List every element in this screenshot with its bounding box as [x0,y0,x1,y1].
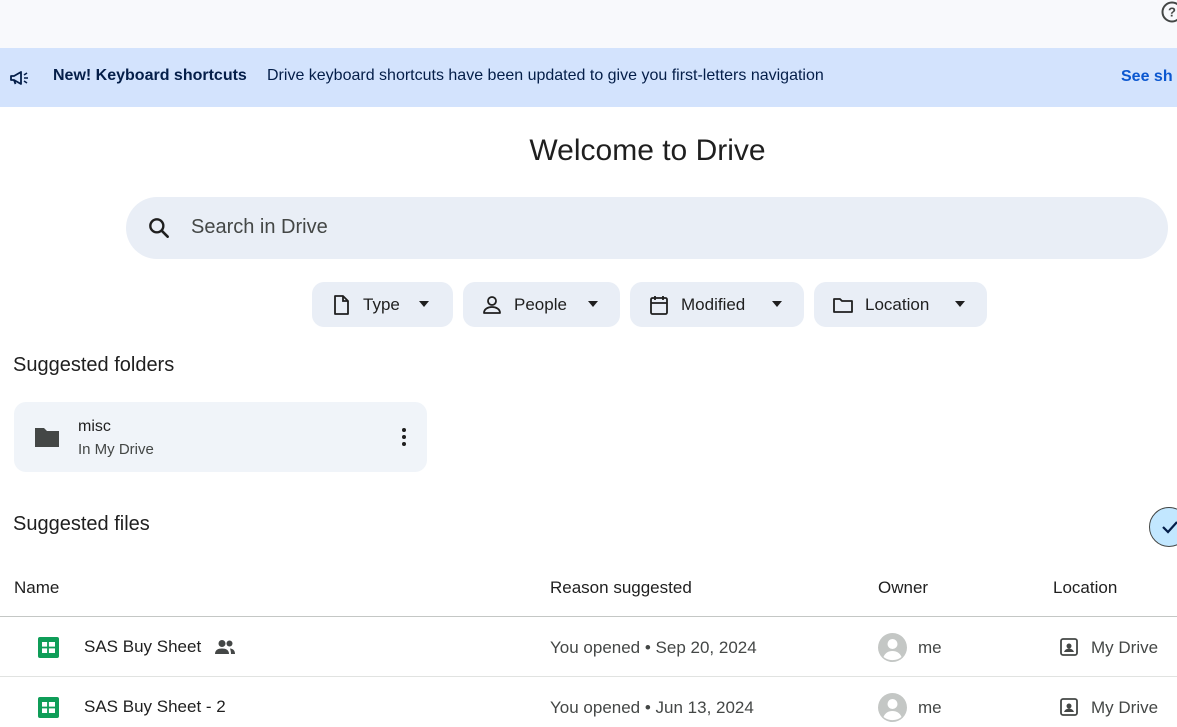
filter-location-label: Location [865,295,930,314]
filter-location-chip[interactable]: Location [814,282,987,327]
file-name: SAS Buy Sheet - 2 [84,697,226,716]
table-row[interactable]: SAS Buy Sheet - 2 You opened • Jun 13, 2… [0,677,1177,727]
chevron-down-icon [419,301,429,307]
file-icon [334,295,349,315]
reason-suggested: You opened • Sep 20, 2024 [550,638,757,657]
chevron-down-icon [588,301,598,307]
reason-suggested: You opened • Jun 13, 2024 [550,698,754,717]
suggested-folders-title: Suggested folders [13,354,175,376]
shared-people-icon [215,640,235,654]
search-icon[interactable] [146,215,172,241]
megaphone-icon [10,71,28,85]
help-icon[interactable]: ? [1160,0,1177,24]
filter-modified-label: Modified [681,295,746,314]
filter-people-chip[interactable]: People [463,282,620,327]
chevron-down-icon [772,301,782,307]
page-title: Welcome to Drive [529,134,766,167]
file-location: My Drive [1091,638,1159,657]
announcement-banner: New! Keyboard shortcuts Drive keyboard s… [0,48,1177,107]
calendar-icon [650,296,668,315]
more-options-icon[interactable] [394,426,414,448]
folder-icon [35,428,59,447]
owner-name: me [918,698,942,717]
check-icon [1162,521,1177,534]
folder-outline-icon [833,298,853,313]
folder-name: misc [78,418,111,435]
suggested-files-title: Suggested files [13,513,150,535]
banner-text: Drive keyboard shortcuts have been updat… [267,67,824,84]
search-input[interactable]: Search in Drive [191,216,328,239]
column-header-reason: Reason suggested [550,578,692,597]
banner-title: New! Keyboard shortcuts [53,67,247,84]
drive-home: ? New! Keyboard shortcuts Drive keyboard… [0,0,1177,727]
filter-people-label: People [514,295,567,314]
person-icon [483,296,501,314]
avatar [878,633,907,662]
google-sheets-icon [38,697,59,718]
folder-card-misc[interactable]: misc In My Drive [14,402,427,472]
folder-location: In My Drive [78,441,154,458]
column-header-name[interactable]: Name [14,578,59,598]
filter-modified-chip[interactable]: Modified [630,282,804,327]
my-drive-icon [1060,638,1078,656]
table-row[interactable]: SAS Buy Sheet You opened • Sep 20, 2024 … [0,617,1177,677]
see-shortcuts-link[interactable]: See sh [1121,68,1173,86]
filter-type-chip[interactable]: Type [312,282,453,327]
avatar [878,693,907,722]
column-header-location: Location [1053,578,1118,597]
google-sheets-icon [38,637,59,658]
list-view-toggle-button[interactable] [1149,507,1177,547]
file-name: SAS Buy Sheet [84,637,202,656]
svg-text:?: ? [1168,5,1176,20]
search-bar[interactable]: Search in Drive [126,197,1168,259]
file-location: My Drive [1091,698,1159,717]
column-header-owner: Owner [878,578,929,597]
chevron-down-icon [955,301,965,307]
top-bar: ? [0,0,1177,48]
filter-type-label: Type [363,295,400,314]
my-drive-icon [1060,698,1078,716]
owner-name: me [918,638,942,657]
